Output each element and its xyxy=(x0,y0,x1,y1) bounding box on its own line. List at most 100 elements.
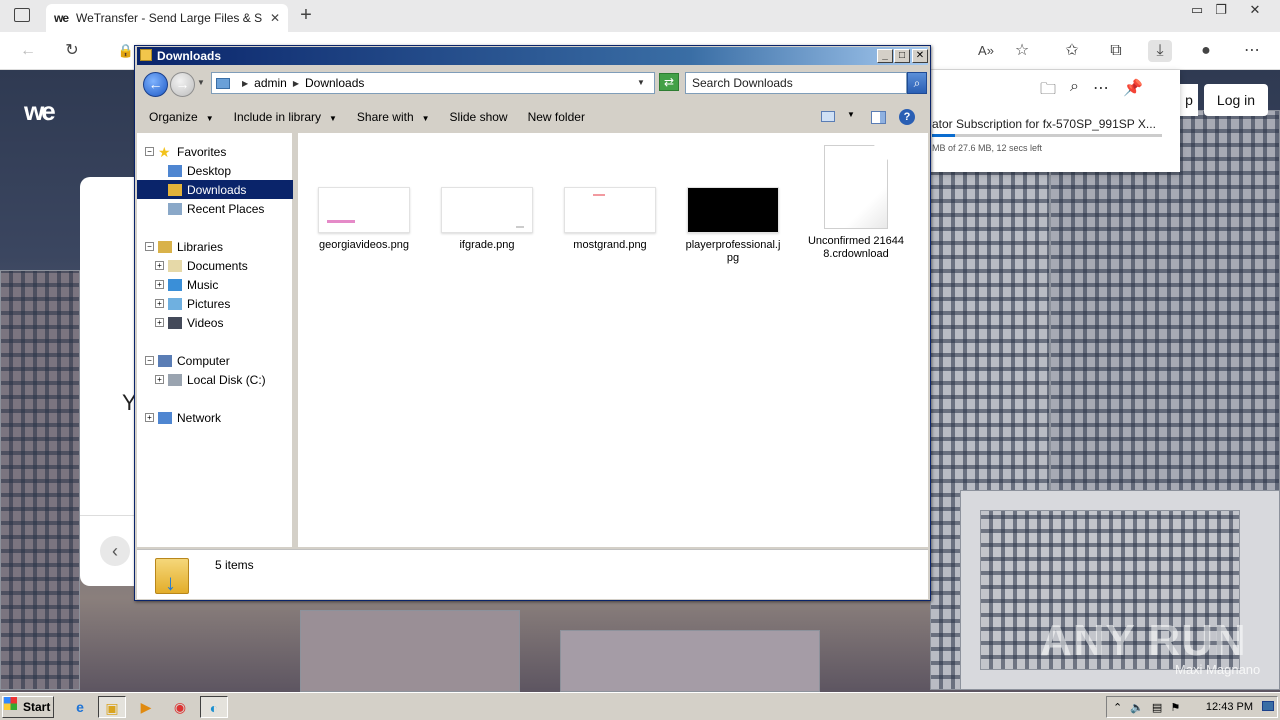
nav-item-pictures[interactable]: + Pictures xyxy=(137,294,293,313)
forward-button[interactable]: → xyxy=(170,72,195,97)
action-center-flag-icon[interactable]: ⚑ xyxy=(1170,701,1180,714)
expand-icon[interactable]: + xyxy=(155,299,164,308)
show-desktop-icon[interactable] xyxy=(1262,701,1274,711)
back-arrow-icon[interactable]: ← xyxy=(16,40,40,62)
nav-item-videos[interactable]: + Videos xyxy=(137,313,293,332)
close-tab-icon[interactable]: ✕ xyxy=(270,11,280,25)
navigation-pane: − ★ Favorites Desktop Downloads Recent Places… xyxy=(137,133,295,547)
refresh-icon[interactable]: ⇄ xyxy=(659,73,679,91)
command-slide-show[interactable]: Slide show xyxy=(450,110,508,124)
chevron-left-icon[interactable]: ‹ xyxy=(100,536,130,566)
file-item[interactable]: mostgrand.png xyxy=(560,187,660,252)
edge-icon[interactable]: ◐ xyxy=(200,696,228,718)
nav-item-documents[interactable]: + Documents xyxy=(137,256,293,275)
documents-icon xyxy=(168,259,182,272)
search-icon[interactable]: ⌕ xyxy=(907,72,927,94)
restore-browser-button[interactable]: ❐ xyxy=(1210,2,1232,18)
clock[interactable]: 12:43 PM xyxy=(1206,701,1253,713)
image-thumbnail xyxy=(687,187,779,233)
music-icon xyxy=(168,278,182,291)
pin-icon[interactable]: 📌 xyxy=(1123,78,1143,105)
view-dropdown-icon[interactable]: ▼ xyxy=(847,110,855,119)
nav-item-libraries[interactable]: − Libraries xyxy=(137,237,293,256)
minimize-browser-button[interactable]: ▭ xyxy=(1186,2,1208,18)
add-favorite-icon[interactable]: ☆ xyxy=(1010,40,1034,62)
refresh-icon[interactable]: ↻ xyxy=(60,40,84,62)
nav-item-favorites[interactable]: − ★ Favorites xyxy=(137,142,293,161)
command-share-with[interactable]: Share with ▼ xyxy=(357,110,430,124)
recent-pages-dropdown-icon[interactable]: ▼ xyxy=(197,78,205,87)
volume-icon[interactable]: 🔈 xyxy=(1130,701,1144,714)
file-item[interactable]: ifgrade.png xyxy=(437,187,537,252)
read-aloud-icon[interactable]: A» xyxy=(974,40,998,62)
chevron-right-icon[interactable]: ▶ xyxy=(242,79,248,88)
file-item[interactable]: georgiavideos.png xyxy=(314,187,414,252)
maximize-button[interactable]: □ xyxy=(894,49,910,63)
download-arrow-icon: ↓ xyxy=(165,570,176,595)
chevron-right-icon[interactable]: ▶ xyxy=(293,79,299,88)
nav-item-recent-places[interactable]: Recent Places xyxy=(137,199,293,218)
window-title-bar[interactable]: Downloads xyxy=(137,47,928,65)
command-include-in-library[interactable]: Include in library ▼ xyxy=(234,110,337,124)
network-tray-icon[interactable]: ▤ xyxy=(1152,701,1162,714)
collapse-icon[interactable]: − xyxy=(145,356,154,365)
preview-pane-icon[interactable] xyxy=(871,111,886,124)
close-browser-button[interactable]: ✕ xyxy=(1244,2,1266,18)
file-name: ifgrade.png xyxy=(459,239,515,251)
expand-icon[interactable]: + xyxy=(155,375,164,384)
show-hidden-icons-icon[interactable]: ⌃ xyxy=(1113,701,1122,714)
disk-icon xyxy=(168,373,182,386)
nav-item-computer[interactable]: − Computer xyxy=(137,351,293,370)
collapse-icon[interactable]: − xyxy=(145,242,154,251)
item-count: 5 items xyxy=(215,558,254,572)
command-new-folder[interactable]: New folder xyxy=(528,110,585,124)
breadcrumb-admin[interactable]: admin xyxy=(254,76,287,90)
nav-item-music[interactable]: + Music xyxy=(137,275,293,294)
change-view-icon[interactable] xyxy=(821,111,835,122)
command-label: Include in library xyxy=(233,110,321,124)
nav-item-local-disk-c[interactable]: + Local Disk (C:) xyxy=(137,370,293,389)
expand-icon[interactable]: + xyxy=(155,280,164,289)
address-breadcrumb[interactable]: ▶ admin ▶ Downloads xyxy=(211,72,655,94)
login-button[interactable]: Log in xyxy=(1204,84,1268,116)
more-options-icon[interactable]: ⋯ xyxy=(1093,78,1109,105)
internet-explorer-icon[interactable]: e xyxy=(66,696,94,718)
file-item[interactable]: playerprofessional.jpg xyxy=(683,187,783,265)
address-dropdown-icon[interactable]: ▼ xyxy=(637,78,645,87)
help-icon[interactable]: ? xyxy=(899,109,915,125)
open-folder-icon[interactable]: 🗀 xyxy=(1040,78,1056,105)
new-tab-button[interactable]: + xyxy=(294,4,318,28)
expand-icon[interactable]: + xyxy=(145,413,154,422)
collapse-icon[interactable]: − xyxy=(145,147,154,156)
nav-item-label: Pictures xyxy=(187,296,231,311)
favorites-icon[interactable]: ✩ xyxy=(1060,40,1084,62)
command-bar: Organize ▼ Include in library ▼ Share with ▼ S… xyxy=(137,101,928,133)
minimize-button[interactable]: _ xyxy=(877,49,893,63)
close-button[interactable]: ✕ xyxy=(912,49,928,63)
nav-item-desktop[interactable]: Desktop xyxy=(137,161,293,180)
file-item[interactable]: Unconfirmed 216448.crdownload xyxy=(806,145,906,261)
command-organize[interactable]: Organize ▼ xyxy=(149,110,214,124)
breadcrumb-downloads[interactable]: Downloads xyxy=(305,76,364,90)
more-menu-icon[interactable]: ⋯ xyxy=(1240,40,1264,62)
downloads-icon[interactable]: ⤓ xyxy=(1148,40,1172,62)
back-button[interactable]: ← xyxy=(143,72,168,97)
explorer-taskbar-icon[interactable]: ▣ xyxy=(98,696,126,718)
chrome-icon[interactable]: ◉ xyxy=(166,696,194,718)
signup-button[interactable]: p xyxy=(1180,84,1198,116)
profile-avatar-icon[interactable]: ● xyxy=(1194,40,1218,62)
thumb-mark xyxy=(327,220,355,223)
download-progress-bar xyxy=(932,134,1162,137)
nav-item-network[interactable]: + Network xyxy=(137,408,293,427)
collections-icon[interactable]: ⧉ xyxy=(1104,40,1128,62)
browser-tab[interactable]: we WeTransfer - Send Large Files & S ✕ xyxy=(46,4,288,32)
expand-icon[interactable]: + xyxy=(155,261,164,270)
media-player-icon[interactable]: ▶ xyxy=(132,696,160,718)
search-downloads-icon[interactable]: ⌕ xyxy=(1070,78,1079,105)
expand-icon[interactable]: + xyxy=(155,318,164,327)
nav-item-downloads[interactable]: Downloads xyxy=(137,180,293,199)
download-filename[interactable]: ator Subscription for fx-570SP_991SP X..… xyxy=(932,117,1156,131)
wetransfer-logo[interactable]: we xyxy=(24,96,56,127)
tab-actions-icon[interactable] xyxy=(14,8,30,22)
search-input[interactable]: Search Downloads xyxy=(685,72,907,94)
